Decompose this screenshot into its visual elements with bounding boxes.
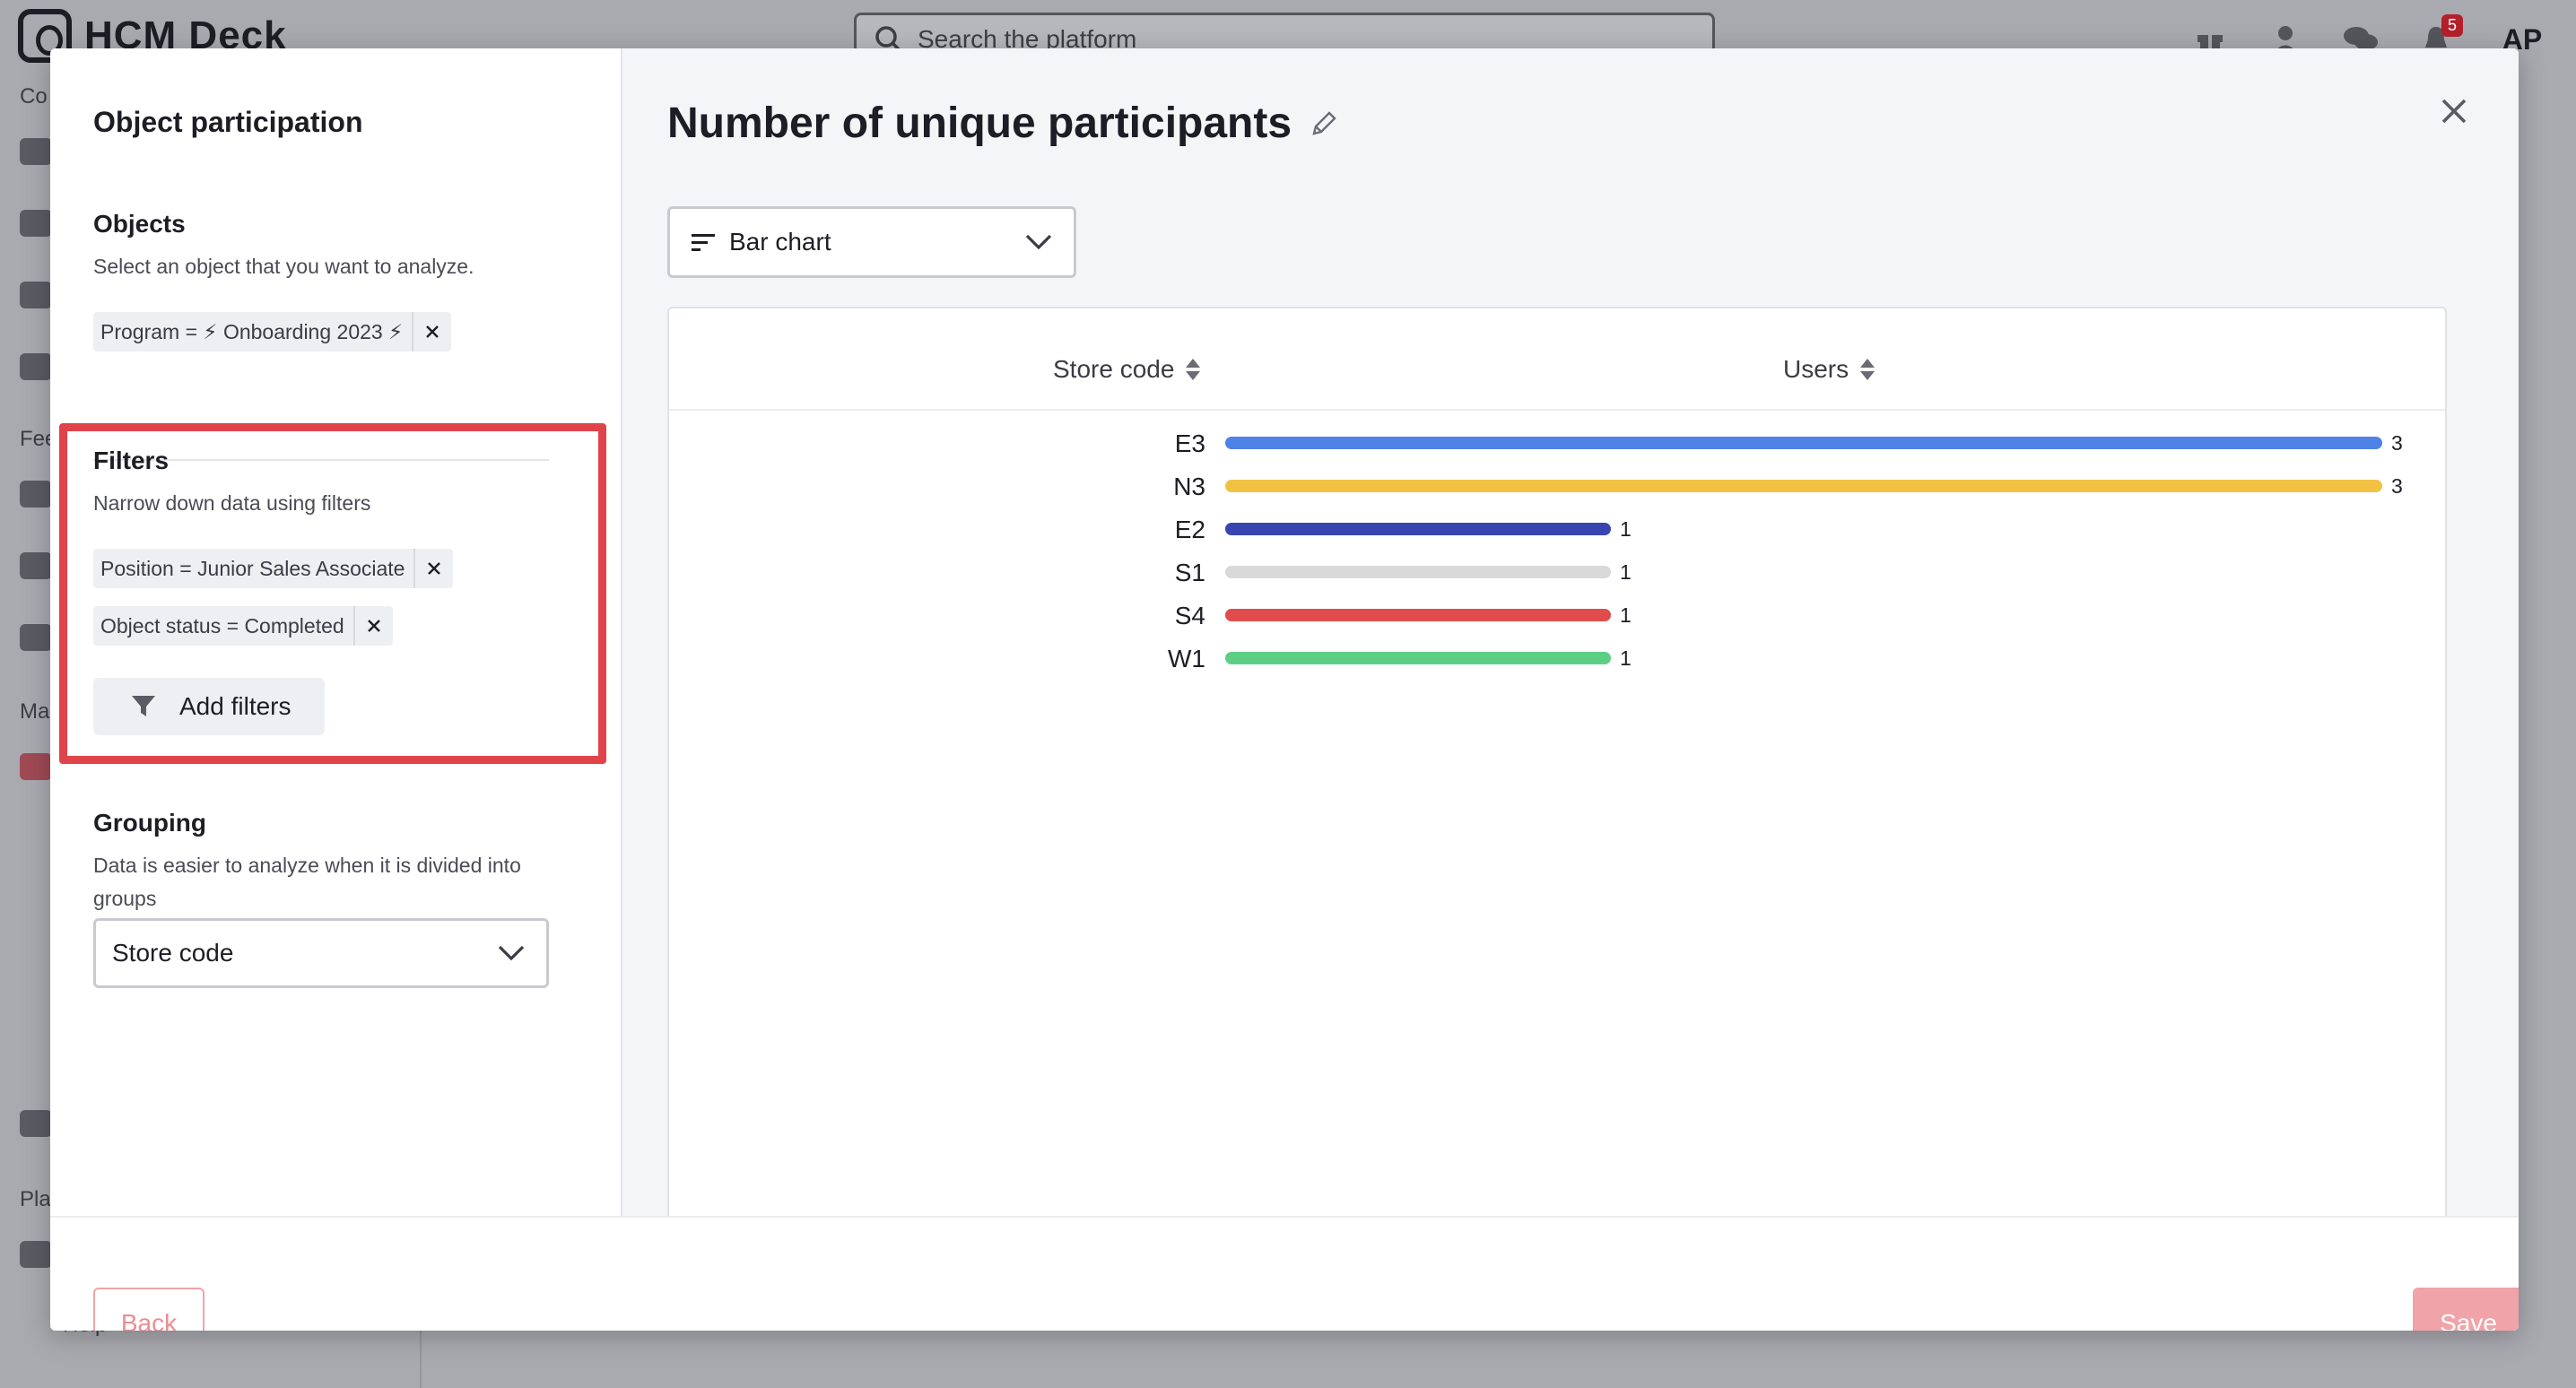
pencil-icon[interactable]: [1310, 109, 1338, 138]
objects-subtitle: Select an object that you want to analyz…: [93, 255, 474, 278]
close-icon: [426, 325, 439, 338]
bar-category-label: N3: [1173, 473, 1205, 500]
sidebar-section-fragment: Co: [20, 84, 48, 108]
chart-type-selected-value: Bar chart: [729, 228, 831, 256]
sidebar-chat-icon[interactable]: [20, 138, 52, 165]
notification-badge: 5: [2441, 14, 2463, 37]
sidebar-section-fragment: Pla: [20, 1187, 51, 1211]
bar-s1[interactable]: [1225, 566, 1611, 578]
remove-object-button[interactable]: [412, 312, 451, 351]
bar-category-label: S4: [1175, 602, 1205, 629]
bar-category-label: S1: [1175, 559, 1205, 586]
column-header-users[interactable]: Users: [1783, 355, 1875, 384]
bar-category-label: E3: [1175, 429, 1205, 457]
chart-title: Number of unique participants: [667, 99, 1338, 148]
sort-icon: [1860, 359, 1875, 380]
bar-chart: E3 3 N3 3 E2 1 S1 1 S4 1 W1 1: [1168, 429, 2403, 672]
sidebar-star-icon[interactable]: [20, 624, 52, 651]
sidebar-clipboard-icon[interactable]: [20, 481, 52, 507]
chevron-down-icon: [498, 945, 525, 961]
grouping-selected-value: Store code: [112, 939, 234, 967]
sidebar-gear-icon[interactable]: [20, 1241, 52, 1268]
bar-e2[interactable]: [1225, 523, 1611, 535]
object-chip: Program = ⚡ Onboarding 2023 ⚡: [93, 312, 452, 351]
chart-table-header: Store code Users: [669, 308, 2445, 411]
save-button[interactable]: Save: [2413, 1288, 2519, 1331]
bar-value-label: 3: [2391, 474, 2403, 498]
objects-title: Objects: [93, 210, 186, 238]
close-modal-button[interactable]: [2434, 91, 2474, 131]
filters-highlight-box: [59, 423, 606, 764]
sidebar-chart-icon[interactable]: [20, 753, 52, 780]
column-header-label: Store code: [1053, 355, 1175, 383]
bar-category-label: W1: [1168, 645, 1205, 672]
object-chip-label: Program = ⚡ Onboarding 2023 ⚡: [100, 319, 404, 343]
grouping-select[interactable]: Store code: [93, 918, 549, 988]
grouping-title: Grouping: [93, 809, 206, 837]
bar-value-label: 1: [1620, 603, 1632, 627]
grouping-subtitle: Data is easier to analyze when it is div…: [93, 854, 521, 910]
sidebar-section-fragment: Ma: [20, 699, 50, 724]
sidebar-grid-icon[interactable]: [20, 353, 52, 380]
chart-type-select[interactable]: Bar chart: [667, 206, 1076, 278]
bar-category-label: E2: [1175, 516, 1205, 543]
back-button[interactable]: Back: [93, 1288, 205, 1331]
close-icon: [2441, 99, 2467, 124]
modal-footer: [50, 1216, 2519, 1331]
bar-n3[interactable]: [1225, 480, 2382, 492]
sort-lines-icon: [692, 234, 715, 251]
modal-config-panel: Object participation Objects Select an o…: [50, 48, 622, 1216]
chart-preview-panel: Number of unique participants Bar chart …: [622, 48, 2519, 1216]
column-header-label: Users: [1783, 355, 1849, 383]
sidebar-message-icon[interactable]: [20, 210, 52, 237]
bar-value-label: 1: [1620, 646, 1632, 670]
panel-title: Object participation: [93, 106, 363, 138]
object-participation-modal: Object participation Objects Select an o…: [50, 48, 2519, 1331]
sort-icon: [1186, 359, 1201, 380]
sidebar-gallery-icon[interactable]: [20, 282, 52, 308]
sidebar-team-icon[interactable]: [20, 1110, 52, 1137]
column-header-store-code[interactable]: Store code: [1053, 355, 1201, 384]
chart-panel: Store code Users E3 3 N3 3 E2 1 S1 1 S4 1 W1 1: [667, 307, 2447, 1216]
bar-w1[interactable]: [1225, 652, 1611, 664]
bar-value-label: 3: [2391, 431, 2403, 455]
chart-title-text: Number of unique participants: [667, 100, 1292, 147]
bar-value-label: 1: [1620, 560, 1632, 584]
chevron-down-icon: [1025, 234, 1052, 250]
bar-value-label: 1: [1620, 517, 1632, 541]
bar-s4[interactable]: [1225, 609, 1611, 621]
sidebar-person-icon[interactable]: [20, 552, 52, 579]
bar-e3[interactable]: [1225, 437, 2382, 449]
